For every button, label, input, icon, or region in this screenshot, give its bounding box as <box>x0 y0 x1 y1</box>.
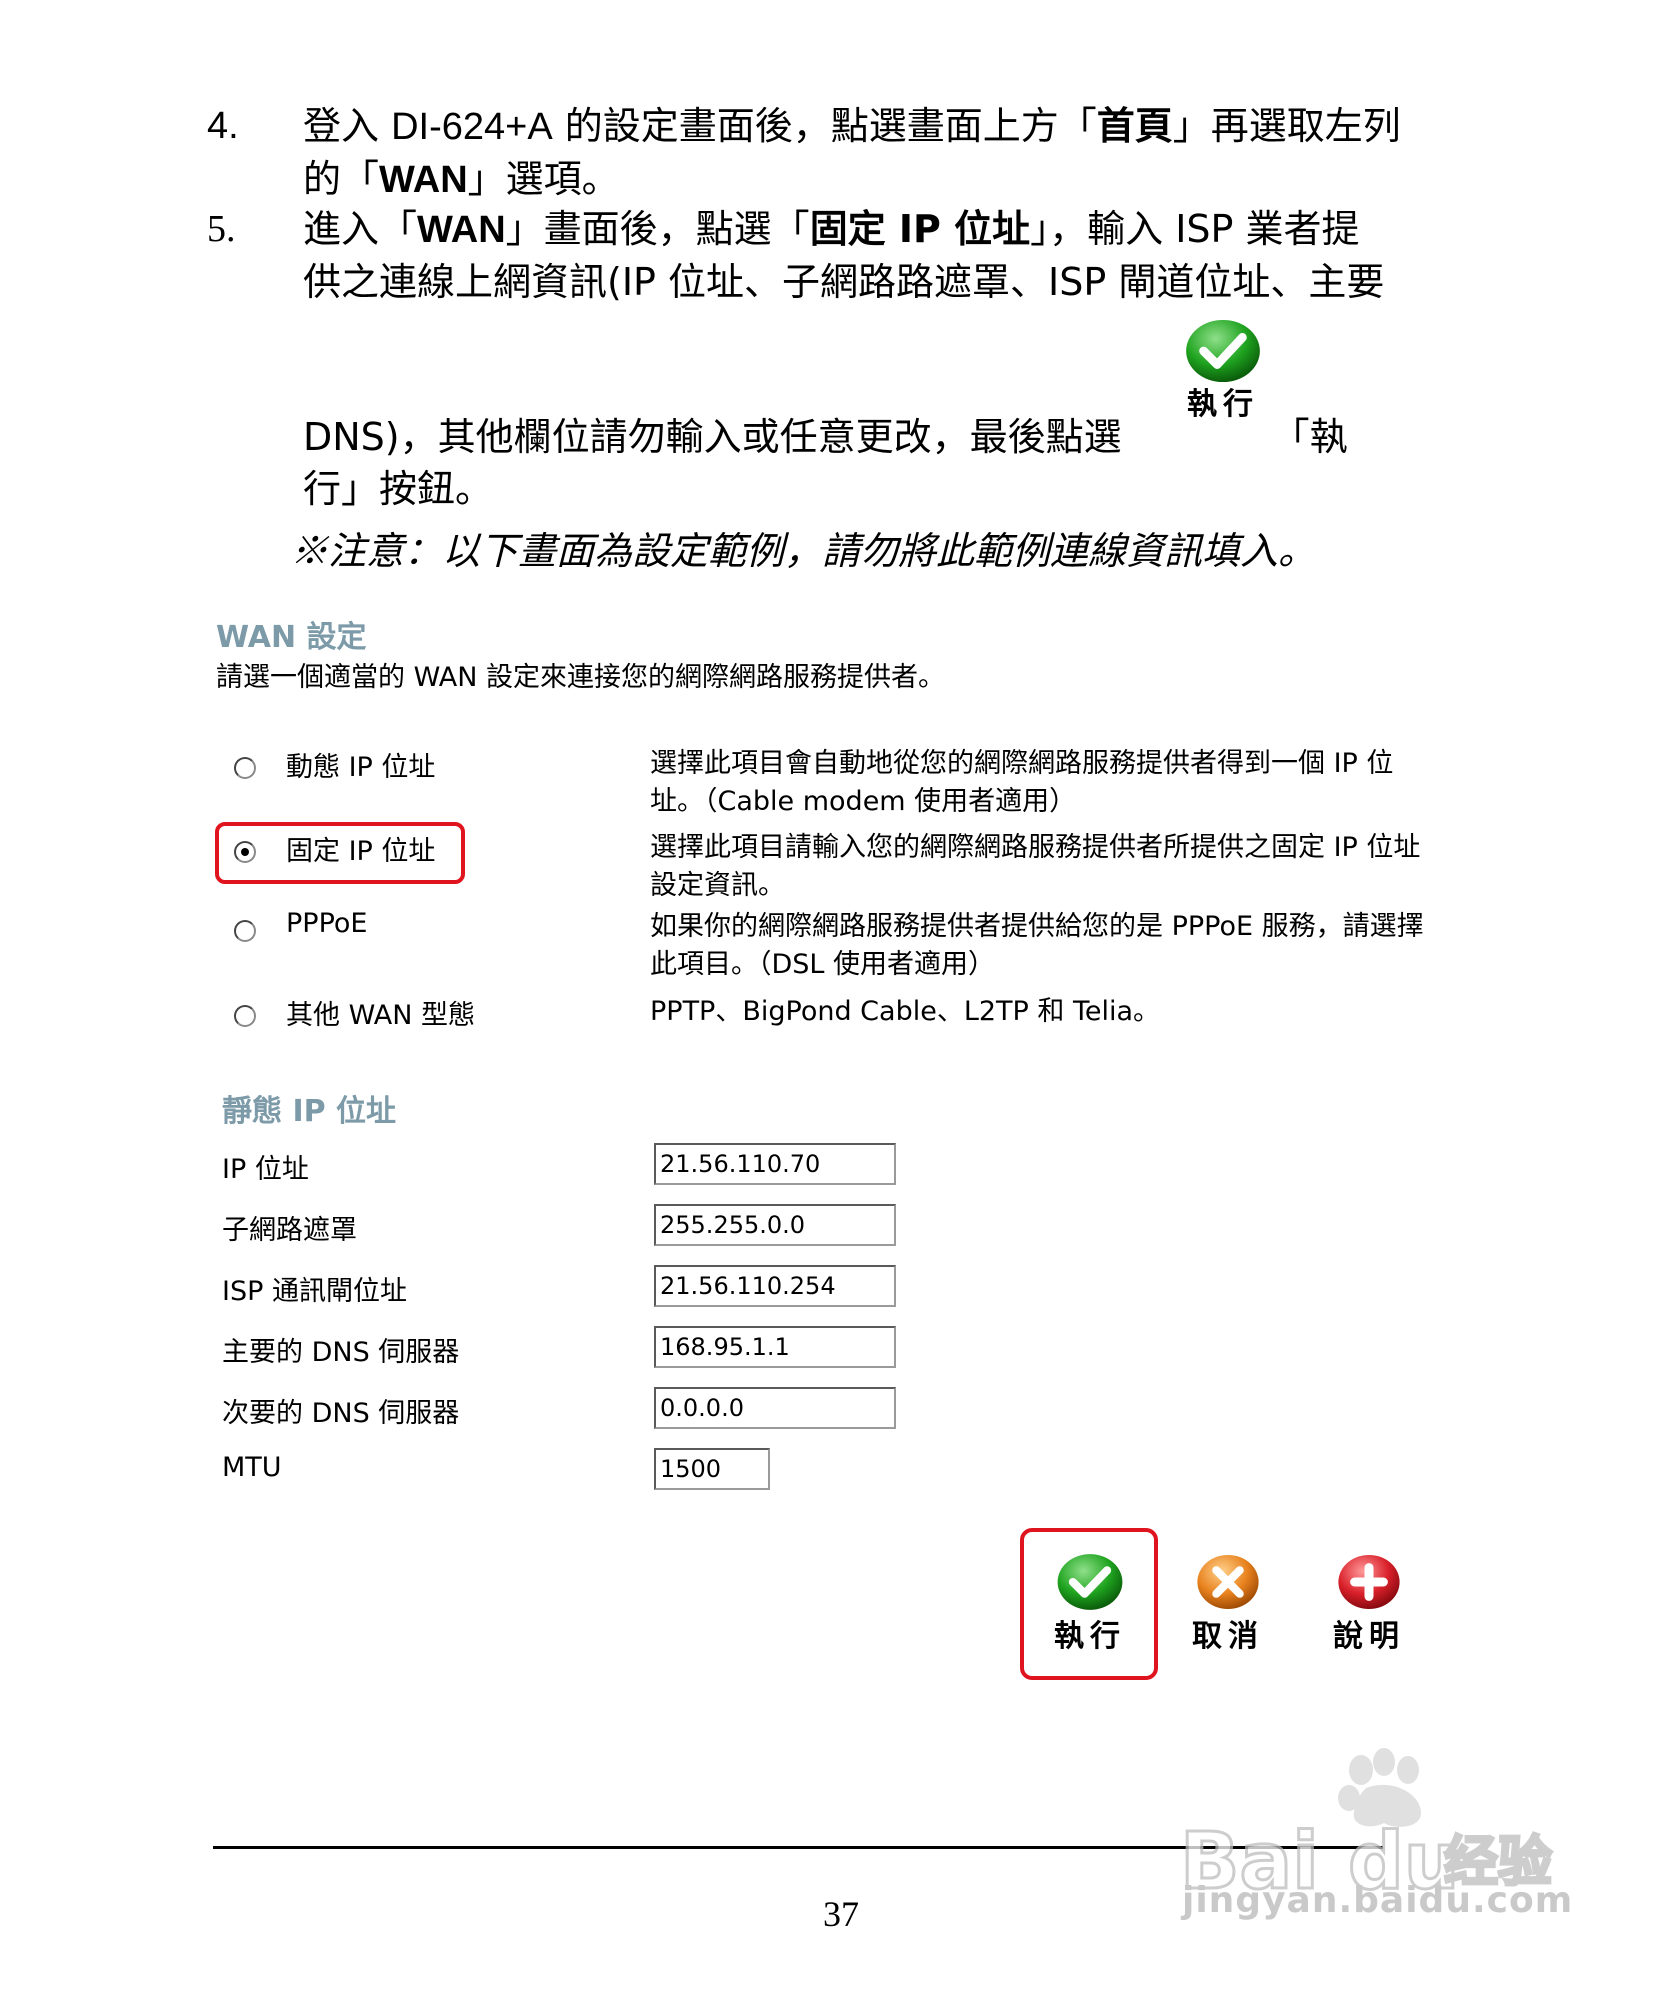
step-4-text-g: 」選項。 <box>467 157 620 201</box>
static-ip-title: 靜態 IP 位址 <box>222 1094 397 1129</box>
step-4-home: 首頁 <box>1096 104 1173 148</box>
help-button[interactable]: 說明 <box>1319 1550 1419 1670</box>
step-4-text-f: 的「 <box>303 157 380 201</box>
radio-dynamic-ip[interactable] <box>234 757 256 779</box>
step-5-text-line2: 供之連線上網資訊(IP 位址、子網路路遮罩、ISP 閘道位址、主要 <box>303 260 1385 304</box>
field-label: IP 位址 <box>222 1154 309 1185</box>
wan-option-other[interactable]: 其他 WAN 型態 PPTP、BigPond Cable、L2TP 和 Teli… <box>232 993 1432 1063</box>
step-5-number: 5. <box>207 208 236 250</box>
plus-icon <box>1338 1555 1400 1609</box>
execute-button[interactable]: 執行 <box>1040 1550 1140 1670</box>
field-label: 次要的 DNS 伺服器 <box>222 1398 460 1429</box>
secondary-dns-input[interactable] <box>654 1387 896 1429</box>
wan-option-dynamic-ip[interactable]: 動態 IP 位址 選擇此項目會自動地從您的網際網路服務提供者得到一個 IP 位址… <box>232 745 1432 817</box>
cancel-button[interactable]: 取消 <box>1178 1550 1278 1670</box>
step-4: 4. 登入 DI-624+A 的設定畫面後，點選畫面上方「首頁」再選取左列 的「… <box>207 100 1467 210</box>
cancel-label: 取消 <box>1192 1619 1264 1654</box>
step-4-wan: WAN <box>379 159 468 201</box>
subnet-mask-input[interactable] <box>654 1204 896 1246</box>
radio-other-wan[interactable] <box>234 1005 256 1027</box>
wan-option-label: 其他 WAN 型態 <box>286 1000 476 1031</box>
page-number: 37 <box>823 1894 859 1934</box>
gateway-input[interactable] <box>654 1265 896 1307</box>
wan-settings-description: 請選一個適當的 WAN 設定來連接您的網際網路服務提供者。 <box>216 662 946 693</box>
radio-pppoe[interactable] <box>234 920 256 942</box>
step-5-wan: WAN <box>417 209 506 251</box>
wan-option-desc: 選擇此項目會自動地從您的網際網路服務提供者得到一個 IP 位址。（Cable m… <box>650 748 1394 817</box>
wan-option-pppoe[interactable]: PPPoE 如果你的網際網路服務提供者提供給您的是 PPPoE 服務，請選擇此項… <box>232 908 1432 980</box>
step-4-text-e: 」再選取左列 <box>1172 104 1401 148</box>
step-4-model: DI-624+A <box>391 106 553 148</box>
step-5: 5. 進入「WAN」畫面後，點選「固定 IP 位址」，輸入 ISP 業者提 供之… <box>207 203 1467 523</box>
wan-settings-title: WAN 設定 <box>216 620 367 655</box>
step-5-text-e: 」，輸入 ISP 業者提 <box>1030 207 1360 251</box>
field-label: 主要的 DNS 伺服器 <box>222 1337 460 1368</box>
step-5-text-line4: 行」按鈕。 <box>303 467 494 511</box>
static-ip-highlight-box <box>215 822 465 884</box>
step-5-text-c: 」畫面後，點選「 <box>505 207 810 251</box>
check-icon <box>1057 1554 1123 1610</box>
step-5-text-line3b: 「執 <box>1271 415 1348 459</box>
check-icon <box>1186 319 1260 383</box>
primary-dns-input[interactable] <box>654 1326 896 1368</box>
step-5-static-ip: 固定 IP 位址 <box>809 207 1031 251</box>
step-4-text: 登入 DI-624+A 的設定畫面後，點選畫面上方「首頁」再選取左列 的「WAN… <box>303 100 1401 206</box>
step-5-text-a: 進入「 <box>303 207 418 251</box>
step-4-text-c: 的設定畫面後，點選畫面上方「 <box>552 104 1097 148</box>
inline-execute-label: 執行 <box>1187 387 1259 422</box>
mtu-input[interactable] <box>654 1448 770 1490</box>
watermark-url: jingyan.baidu.com <box>1182 1880 1574 1921</box>
help-label: 說明 <box>1333 1619 1405 1654</box>
execute-label: 執行 <box>1054 1619 1126 1654</box>
step-4-text-a: 登入 <box>303 104 392 148</box>
step-4-number: 4. <box>207 105 239 147</box>
wan-option-label: 動態 IP 位址 <box>286 752 436 783</box>
field-label: 子網路遮罩 <box>222 1215 357 1246</box>
inline-execute-icon: 執行 <box>1178 318 1268 438</box>
cross-icon <box>1197 1555 1259 1609</box>
step-5-text-line3: DNS)，其他欄位請勿輸入或任意更改，最後點選 <box>303 415 1122 459</box>
step-5-text: 進入「WAN」畫面後，點選「固定 IP 位址」，輸入 ISP 業者提 供之連線上… <box>303 203 1384 308</box>
wan-option-label: PPPoE <box>286 908 368 939</box>
note-warning: ※注意：以下畫面為設定範例，請勿將此範例連線資訊填入。 <box>290 529 1317 573</box>
field-label: ISP 通訊閘位址 <box>222 1276 407 1307</box>
ip-address-input[interactable] <box>654 1143 896 1185</box>
wan-option-desc: 如果你的網際網路服務提供者提供給您的是 PPPoE 服務，請選擇此項目。（DSL… <box>650 911 1424 980</box>
field-label: MTU <box>222 1452 282 1483</box>
wan-option-desc: 選擇此項目請輸入您的網際網路服務提供者所提供之固定 IP 位址設定資訊。 <box>650 832 1421 901</box>
wan-option-desc: PPTP、BigPond Cable、L2TP 和 Telia。 <box>650 996 1161 1027</box>
